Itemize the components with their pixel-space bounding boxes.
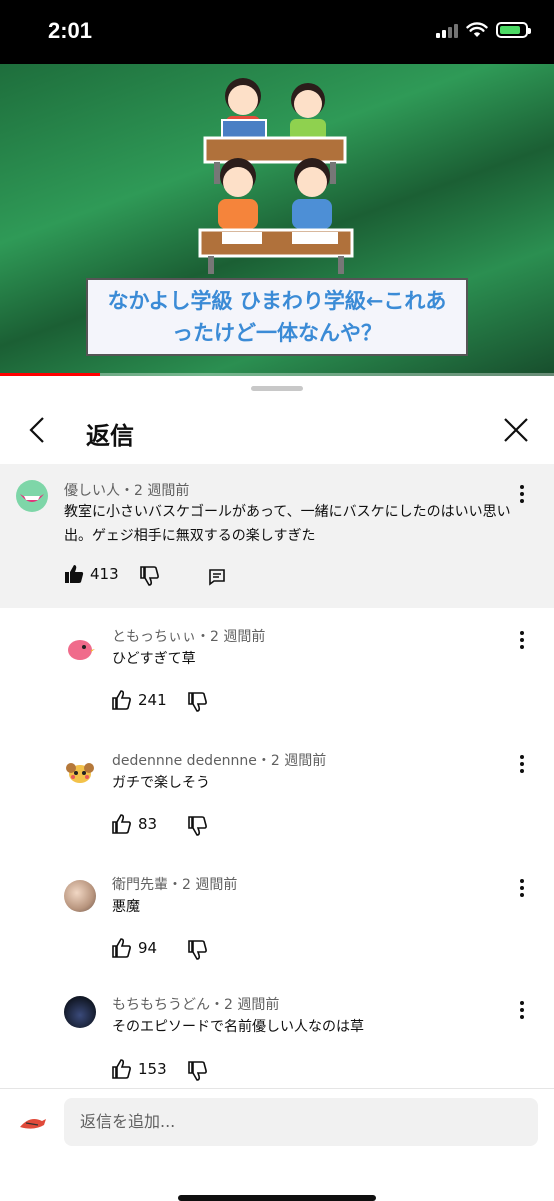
- thumbs-down-icon[interactable]: [188, 1061, 208, 1081]
- like-count: 413: [90, 565, 119, 583]
- comment-author[interactable]: 優しい人: [64, 483, 120, 499]
- reply-input[interactable]: 返信を追加...: [64, 1098, 538, 1146]
- avatar[interactable]: [64, 996, 96, 1028]
- drag-handle[interactable]: [251, 386, 303, 391]
- avatar[interactable]: [64, 632, 96, 664]
- status-bar: 2:01: [0, 0, 554, 64]
- comment-text: ガチで楽しそう: [112, 775, 210, 791]
- comment-age: 2 週間前: [270, 753, 327, 769]
- video-player[interactable]: なかよし学級 ひまわり学級←これあったけど一体なんや？: [0, 64, 554, 376]
- like-count: 153: [138, 1060, 167, 1078]
- avatar[interactable]: [16, 480, 48, 512]
- comment-text: 悪魔: [112, 899, 140, 915]
- avatar[interactable]: [64, 756, 96, 788]
- avatar: [16, 1107, 48, 1139]
- list-item: dedennne dedennne・2 週間前 ガチで楽しそう 83: [0, 744, 554, 868]
- close-icon[interactable]: [500, 414, 532, 446]
- comment-text: そのエピソードで名前優しい人なのは草: [112, 1019, 364, 1035]
- thumbs-up-icon[interactable]: [112, 938, 132, 958]
- more-options-icon[interactable]: [512, 752, 532, 776]
- comment-author[interactable]: 衛門先輩: [112, 877, 168, 893]
- thumbs-up-icon[interactable]: [112, 1059, 132, 1079]
- comment-author[interactable]: dedennne dedennne: [112, 753, 257, 769]
- wifi-icon: [466, 22, 488, 37]
- thumbs-down-icon[interactable]: [188, 692, 208, 712]
- reply-comment-icon[interactable]: [208, 568, 226, 586]
- thumbs-up-icon[interactable]: [112, 690, 132, 710]
- replies-panel: 返信 優しい人・2 週間前 教室に小さいバスケゴールがあって、一緒にバスケにした…: [0, 376, 554, 1201]
- meta-separator: ・: [256, 753, 271, 769]
- thumbs-down-icon[interactable]: [188, 816, 208, 836]
- comment-age: 2 週間前: [210, 629, 266, 645]
- like-count: 241: [138, 691, 167, 709]
- panel-title: 返信: [86, 422, 134, 450]
- list-item: ともっちぃぃ・2 週間前 ひどすぎて草 241: [0, 620, 554, 744]
- battery-charging-icon: [496, 22, 531, 38]
- cellular-signal-icon: [436, 22, 458, 38]
- comment-text: ひどすぎて草: [112, 651, 196, 667]
- comment-age: 2 週間前: [182, 877, 238, 893]
- home-indicator[interactable]: [178, 1195, 376, 1201]
- comment-author[interactable]: ともっちぃぃ: [112, 629, 196, 645]
- thumbs-up-filled-icon[interactable]: [64, 564, 84, 584]
- thumbs-down-icon[interactable]: [188, 940, 208, 960]
- more-options-icon[interactable]: [512, 628, 532, 652]
- more-options-icon[interactable]: [512, 998, 532, 1022]
- comment-author[interactable]: もちもちうどん: [112, 997, 210, 1013]
- meta-separator: ・: [168, 877, 182, 893]
- parent-comment: 優しい人・2 週間前 教室に小さいバスケゴールがあって、一緒にバスケにしたのはい…: [0, 464, 554, 608]
- reply-input-bar: 返信を追加...: [0, 1088, 554, 1201]
- more-options-icon[interactable]: [512, 482, 532, 506]
- like-count: 94: [138, 939, 158, 957]
- list-item: 衛門先輩・2 週間前 悪魔 94: [0, 868, 554, 992]
- thumbs-down-icon[interactable]: [140, 566, 160, 586]
- video-caption: なかよし学級 ひまわり学級←これあったけど一体なんや？: [86, 278, 468, 356]
- status-time: 2:01: [48, 18, 93, 43]
- comment-text: 教室に小さいバスケゴールがあって、一緒にバスケにしたのはいい思い出。ゲェジ相手に…: [64, 504, 511, 544]
- panel-header: 返信: [0, 396, 554, 464]
- meta-separator: ・: [120, 483, 134, 499]
- comment-age: 2 週間前: [134, 483, 190, 499]
- meta-separator: ・: [210, 997, 224, 1013]
- comment-age: 2 週間前: [224, 997, 280, 1013]
- meta-separator: ・: [196, 629, 210, 645]
- thumbs-up-icon[interactable]: [112, 814, 132, 834]
- like-count: 83: [138, 815, 158, 833]
- back-icon[interactable]: [22, 414, 54, 446]
- avatar[interactable]: [64, 880, 96, 912]
- more-options-icon[interactable]: [512, 876, 532, 900]
